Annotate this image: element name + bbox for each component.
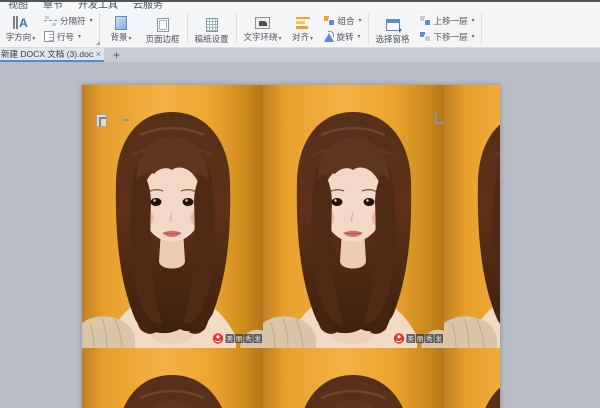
- chevron-down-icon: ▾: [78, 33, 81, 40]
- ribbon-divider: [236, 13, 237, 44]
- portrait-photo[interactable]: [82, 85, 263, 348]
- ribbon-divider: [481, 13, 482, 44]
- rotate-icon: [323, 31, 334, 42]
- portrait-photo[interactable]: [444, 85, 500, 348]
- bring-forward-button[interactable]: 上移一层▾: [419, 15, 475, 27]
- portrait-photo[interactable]: [263, 348, 444, 408]
- portrait-photo[interactable]: [444, 348, 500, 408]
- group-objects-button[interactable]: 组合▾: [323, 15, 362, 27]
- object-anchor-icon: [96, 114, 107, 127]
- portrait-photo[interactable]: [82, 348, 263, 408]
- grid-paper-settings-button[interactable]: 稿纸设置: [190, 10, 234, 47]
- wps-writer-window: 视图 章节 开发工具 云服务 A 字方向▾ 分隔符▾ 行号▾ 背景▾: [0, 0, 600, 408]
- menu-developer-tools[interactable]: 开发工具: [78, 0, 118, 10]
- page-break-button[interactable]: 分隔符▾: [44, 15, 93, 27]
- selection-pane-icon: [386, 19, 400, 31]
- rotate-button[interactable]: 旋转▾: [323, 31, 362, 43]
- document-page: [82, 85, 500, 408]
- separator-icon: [44, 16, 57, 26]
- grid-paper-icon: [206, 18, 218, 32]
- background-icon: [115, 16, 127, 30]
- menu-bar: 视图 章节 开发工具 云服务: [0, 0, 600, 10]
- anchor-dash-mark: [123, 119, 129, 121]
- text-wrap-button[interactable]: 文字环绕▾: [239, 10, 287, 47]
- chevron-down-icon: ▾: [310, 36, 313, 42]
- ribbon-divider: [99, 13, 100, 44]
- group-objects-icon: [323, 15, 335, 26]
- ribbon-divider: [368, 13, 369, 44]
- photo-row: [82, 85, 500, 348]
- chevron-down-icon: ▾: [90, 17, 93, 24]
- bring-forward-icon: [419, 15, 431, 26]
- chevron-down-icon: ▾: [358, 33, 361, 40]
- new-tab-button[interactable]: +: [113, 49, 120, 62]
- line-number-icon: [44, 31, 54, 42]
- group-dialog-launcher[interactable]: [96, 41, 100, 45]
- photo-row: [82, 348, 500, 408]
- chevron-down-icon: ▾: [32, 36, 35, 42]
- chevron-down-icon: ▾: [359, 17, 362, 24]
- chevron-down-icon: ▾: [472, 17, 475, 24]
- send-backward-icon: [419, 31, 431, 42]
- line-number-button[interactable]: 行号▾: [44, 31, 93, 43]
- document-canvas[interactable]: 美 丽 秀 发: [0, 62, 600, 408]
- menu-view[interactable]: 视图: [8, 0, 28, 10]
- close-icon[interactable]: ×: [96, 50, 101, 59]
- chevron-down-icon: ▾: [279, 36, 282, 42]
- portrait-photo[interactable]: [263, 85, 444, 348]
- align-button[interactable]: 对齐▾: [287, 10, 319, 47]
- document-tab-title: 新建 DOCX 文档 (3).docx *: [1, 48, 94, 60]
- chevron-down-icon: ▾: [129, 36, 132, 42]
- background-button[interactable]: 背景▾: [102, 10, 141, 47]
- ribbon: A 字方向▾ 分隔符▾ 行号▾ 背景▾ 页面边框: [0, 10, 600, 48]
- menu-cloud-service[interactable]: 云服务: [133, 0, 163, 10]
- document-tab[interactable]: 新建 DOCX 文档 (3).docx * ×: [0, 48, 104, 62]
- send-backward-button[interactable]: 下移一层▾: [419, 31, 475, 43]
- document-tab-bar: 新建 DOCX 文档 (3).docx * × +: [0, 48, 600, 62]
- selection-pane-button[interactable]: 选择窗格: [371, 10, 415, 47]
- text-direction-button[interactable]: A 字方向▾: [1, 10, 40, 47]
- menu-section[interactable]: 章节: [43, 0, 63, 10]
- page-border-icon: [157, 18, 169, 32]
- text-wrap-icon: [255, 17, 270, 29]
- ribbon-divider: [187, 13, 188, 44]
- align-icon: [296, 17, 310, 29]
- text-direction-icon: A: [13, 14, 28, 31]
- crop-corner-handle[interactable]: [435, 112, 444, 124]
- page-border-button[interactable]: 页面边框: [141, 10, 185, 47]
- chevron-down-icon: ▾: [472, 33, 475, 40]
